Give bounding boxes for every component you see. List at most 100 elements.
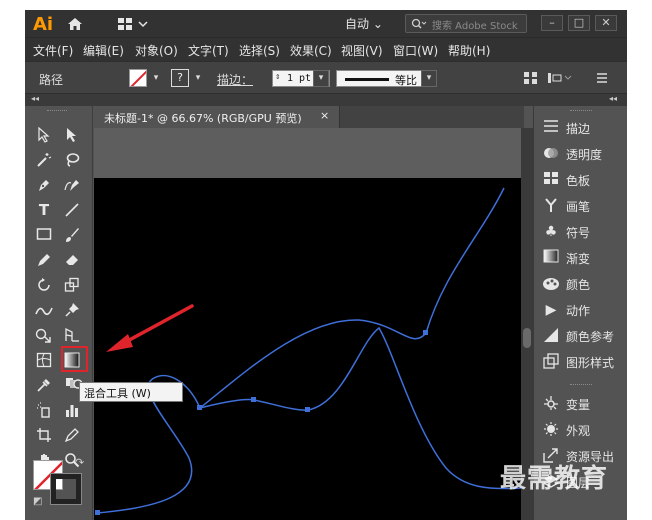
home-icon[interactable]: [67, 17, 83, 31]
mesh-icon: [36, 352, 52, 368]
default-colors-icon[interactable]: ◩: [33, 496, 42, 507]
menu-file[interactable]: 文件(F): [33, 42, 73, 59]
symbol-sprayer-tool[interactable]: [33, 399, 55, 421]
menu-effect[interactable]: 效果(C): [290, 42, 332, 59]
lasso-icon: [66, 153, 80, 167]
artboard-tool[interactable]: [33, 424, 55, 446]
stepper-icon[interactable]: ⇕: [275, 70, 280, 85]
panel-group-grip[interactable]: [570, 110, 592, 113]
panel-menu-icon[interactable]: [595, 71, 609, 85]
magic-wand-tool[interactable]: [33, 149, 55, 171]
scale-tool[interactable]: [61, 274, 83, 296]
panel-swatches[interactable]: 色板: [534, 168, 627, 192]
minimize-button[interactable]: –: [541, 15, 563, 31]
magic-wand-icon: [37, 153, 52, 167]
solid-arrow-icon: [67, 128, 76, 142]
eyedropper-tool[interactable]: [33, 374, 55, 396]
lasso-tool[interactable]: [61, 149, 83, 171]
stock-search-input[interactable]: 搜索 Adobe Stock: [405, 14, 527, 33]
arrange-documents-icon[interactable]: [117, 16, 151, 32]
curvature-tool[interactable]: [61, 174, 83, 196]
column-graph-tool[interactable]: [61, 399, 83, 421]
line-segment-tool[interactable]: [61, 199, 83, 221]
stroke-swatch[interactable]: ?: [171, 69, 189, 87]
panel-variables[interactable]: 变量: [534, 392, 627, 416]
fill-stroke-widget[interactable]: ↷ ◩: [33, 456, 85, 512]
blend-path-wave[interactable]: [199, 187, 505, 409]
blend-path-s-curve[interactable]: [199, 326, 522, 490]
panel-color-guide[interactable]: 颜色参考: [534, 324, 627, 348]
paintbrush-tool[interactable]: [61, 224, 83, 246]
slice-icon: [64, 428, 79, 443]
maximize-button[interactable]: □: [568, 15, 590, 31]
selection-tool[interactable]: [33, 124, 55, 146]
swap-fill-stroke-icon[interactable]: ↷: [75, 456, 84, 469]
panel-stroke[interactable]: 描边: [534, 116, 627, 140]
menu-view[interactable]: 视图(V): [341, 42, 383, 59]
panel-gradient[interactable]: 渐变: [534, 246, 627, 270]
panel-transparency[interactable]: 透明度: [534, 142, 627, 166]
slice-tool[interactable]: [61, 424, 83, 446]
stroke-weight-dropdown[interactable]: ▾: [313, 70, 329, 87]
appearance-icon: [542, 421, 560, 439]
scrollbar-thumb[interactable]: [523, 328, 531, 348]
anchor-point[interactable]: [197, 405, 202, 410]
default-stroke-swatch[interactable]: [50, 473, 82, 505]
shape-builder-tool[interactable]: [33, 324, 55, 346]
panel-brushes[interactable]: 画笔: [534, 194, 627, 218]
panel-label: 画笔: [566, 200, 591, 214]
pen-tool[interactable]: [33, 174, 55, 196]
panel-appearance[interactable]: 外观: [534, 418, 627, 442]
menu-window[interactable]: 窗口(W): [393, 42, 438, 59]
menu-select[interactable]: 选择(S): [239, 42, 280, 59]
shaper-tool[interactable]: [33, 249, 55, 271]
symbol-sprayer-icon: [37, 402, 50, 418]
profile-dropdown[interactable]: ▾: [421, 70, 437, 87]
fill-dropdown[interactable]: ▾: [150, 70, 162, 86]
eraser-tool[interactable]: [61, 249, 83, 271]
perspective-grid-tool[interactable]: [61, 324, 83, 346]
panel-label: 描边: [566, 122, 591, 136]
close-document-icon[interactable]: ×: [320, 109, 329, 122]
collapse-toolbar-icon[interactable]: ◂◂: [31, 94, 39, 103]
panel-graphic-styles[interactable]: 图形样式: [534, 350, 627, 374]
rectangle-tool[interactable]: [33, 224, 55, 246]
anchor-point[interactable]: [423, 330, 428, 335]
puppet-warp-tool[interactable]: [61, 299, 83, 321]
transform-icon[interactable]: [547, 71, 573, 85]
width-tool[interactable]: [33, 299, 55, 321]
collapse-panels-icon[interactable]: ◂◂: [609, 94, 617, 103]
toolbar-grip[interactable]: [47, 110, 67, 113]
stroke-color-dropdown[interactable]: ▾: [192, 70, 204, 86]
anchor-point[interactable]: [95, 510, 100, 515]
mesh-tool[interactable]: [33, 349, 55, 371]
pasteboard: [94, 128, 521, 178]
anchor-point[interactable]: [305, 407, 310, 412]
panel-symbols[interactable]: ♣ 符号: [534, 220, 627, 244]
anchor-point[interactable]: [251, 397, 256, 402]
menu-object[interactable]: 对象(O): [135, 42, 178, 59]
menu-type[interactable]: 文字(T): [188, 42, 229, 59]
blend-tool-highlight: [61, 346, 88, 372]
close-button[interactable]: ✕: [595, 15, 617, 31]
direct-selection-tool[interactable]: [61, 124, 83, 146]
panel-label: 外观: [566, 424, 591, 438]
scale-icon: [64, 277, 79, 292]
app-logo: Ai: [33, 14, 54, 35]
fill-swatch[interactable]: [129, 69, 147, 87]
workspace-switcher[interactable]: 自动 ⌄: [345, 15, 383, 32]
profile-label: 等比: [395, 74, 417, 87]
panel-actions[interactable]: ▶ 动作: [534, 298, 627, 322]
type-tool[interactable]: T: [33, 199, 55, 221]
panel-color[interactable]: 颜色: [534, 272, 627, 296]
menu-edit[interactable]: 编辑(E): [83, 42, 124, 59]
panel-label: 变量: [566, 398, 591, 412]
rotate-tool[interactable]: [33, 274, 55, 296]
panel-group-grip[interactable]: [570, 384, 592, 387]
stroke-label[interactable]: 描边：: [217, 71, 253, 88]
color-icon: [542, 275, 560, 293]
menu-help[interactable]: 帮助(H): [448, 42, 490, 59]
align-icon[interactable]: [523, 71, 539, 85]
document-tab[interactable]: 未标题-1* @ 66.67% (RGB/GPU 预览) ×: [94, 106, 340, 128]
artboard-icon: [37, 428, 51, 442]
